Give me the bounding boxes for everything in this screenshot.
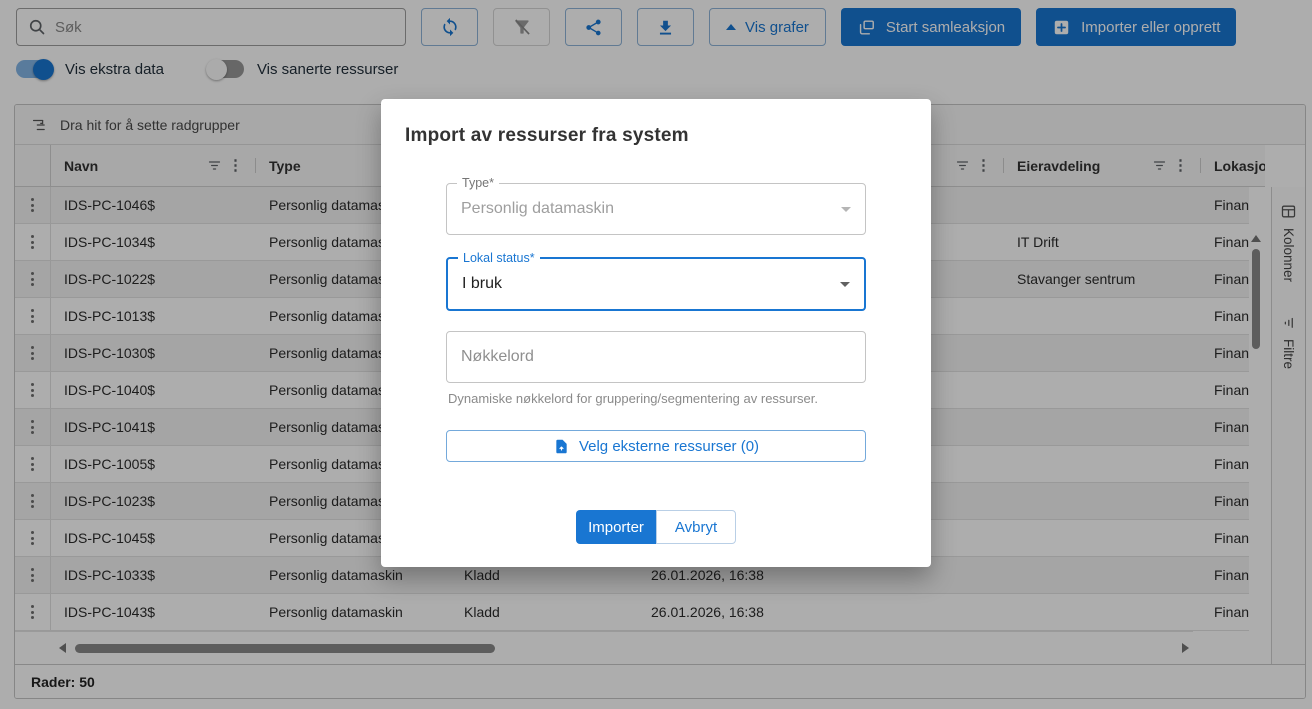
importer-button[interactable]: Importer: [576, 510, 656, 544]
type-select-value: Personlig datamaskin: [447, 184, 865, 234]
chevron-down-icon: [840, 282, 850, 287]
nokkelord-field[interactable]: Nøkkelord: [446, 331, 866, 383]
lokal-status-value: I bruk: [448, 259, 864, 309]
import-dialog: Import av ressurser fra system Type* Per…: [381, 99, 931, 567]
nokkelord-placeholder: Nøkkelord: [447, 332, 865, 382]
file-upload-icon: [553, 438, 570, 455]
velg-eksterne-ressurser-label: Velg eksterne ressurser (0): [579, 438, 759, 455]
lokal-status-select[interactable]: Lokal status* I bruk: [446, 257, 866, 311]
lokal-status-label: Lokal status*: [458, 251, 540, 266]
dialog-actions: Importer Avbryt: [446, 510, 866, 544]
type-select-label: Type*: [457, 176, 499, 191]
nokkelord-helper-text: Dynamiske nøkkelord for gruppering/segme…: [448, 391, 866, 406]
chevron-down-icon: [841, 207, 851, 212]
avbryt-button[interactable]: Avbryt: [656, 510, 736, 544]
type-select: Type* Personlig datamaskin: [446, 183, 866, 235]
dialog-title: Import av ressurser fra system: [405, 125, 907, 147]
dialog-form: Type* Personlig datamaskin Lokal status*…: [446, 183, 866, 544]
velg-eksterne-ressurser-button[interactable]: Velg eksterne ressurser (0): [446, 430, 866, 462]
